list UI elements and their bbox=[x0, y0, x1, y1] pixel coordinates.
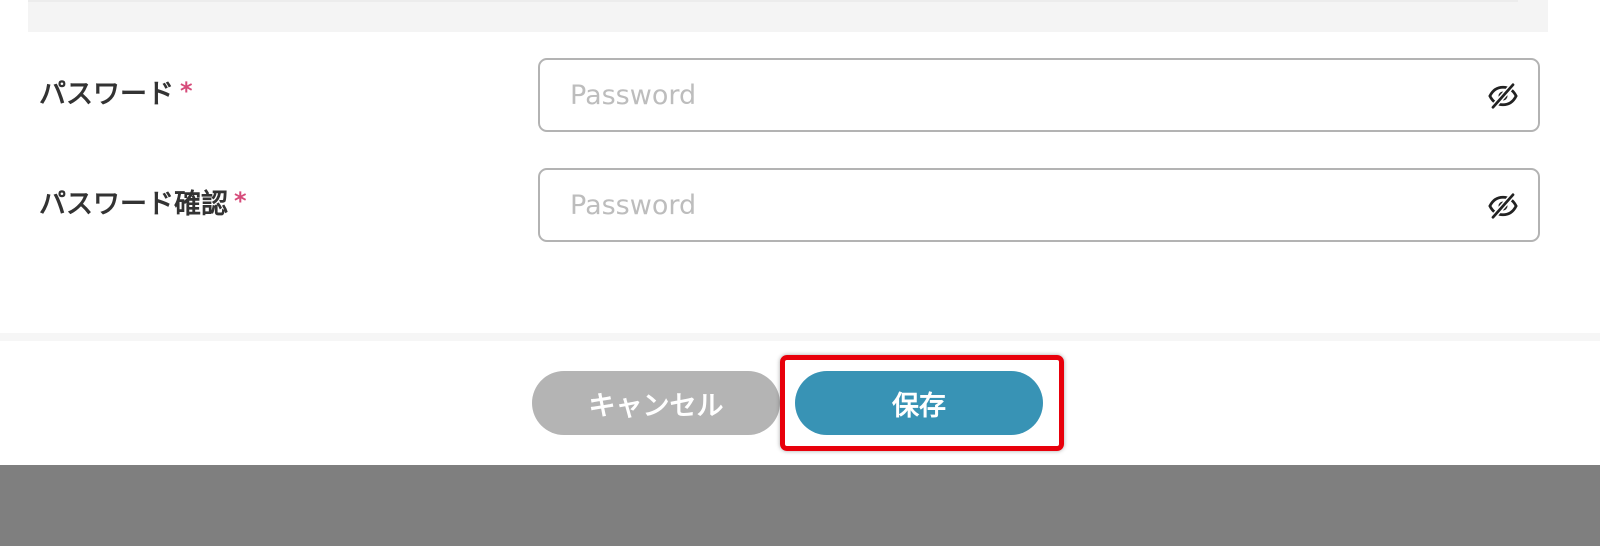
form-footer: キャンセル 保存 bbox=[0, 341, 1600, 465]
eye-off-icon[interactable] bbox=[1488, 81, 1518, 111]
save-button[interactable]: 保存 bbox=[795, 371, 1043, 435]
top-panel-strip bbox=[28, 0, 1548, 32]
top-panel-divider bbox=[28, 0, 1518, 2]
password-input[interactable] bbox=[570, 60, 1450, 130]
required-mark: * bbox=[180, 77, 193, 105]
password-label: パスワード * bbox=[39, 58, 193, 132]
modal-backdrop bbox=[0, 465, 1600, 546]
footer-divider bbox=[0, 333, 1600, 341]
password-confirm-field[interactable] bbox=[538, 168, 1540, 242]
password-confirm-input[interactable] bbox=[570, 170, 1450, 240]
cancel-button[interactable]: キャンセル bbox=[532, 371, 780, 435]
password-label-text: パスワード bbox=[39, 79, 174, 110]
password-row: パスワード * bbox=[0, 58, 1600, 132]
password-confirm-label: パスワード確認 * bbox=[39, 168, 247, 242]
password-confirm-label-text: パスワード確認 bbox=[39, 189, 228, 220]
password-confirm-row: パスワード確認 * bbox=[0, 168, 1600, 242]
required-mark: * bbox=[234, 187, 247, 215]
eye-off-icon[interactable] bbox=[1488, 191, 1518, 221]
password-field[interactable] bbox=[538, 58, 1540, 132]
